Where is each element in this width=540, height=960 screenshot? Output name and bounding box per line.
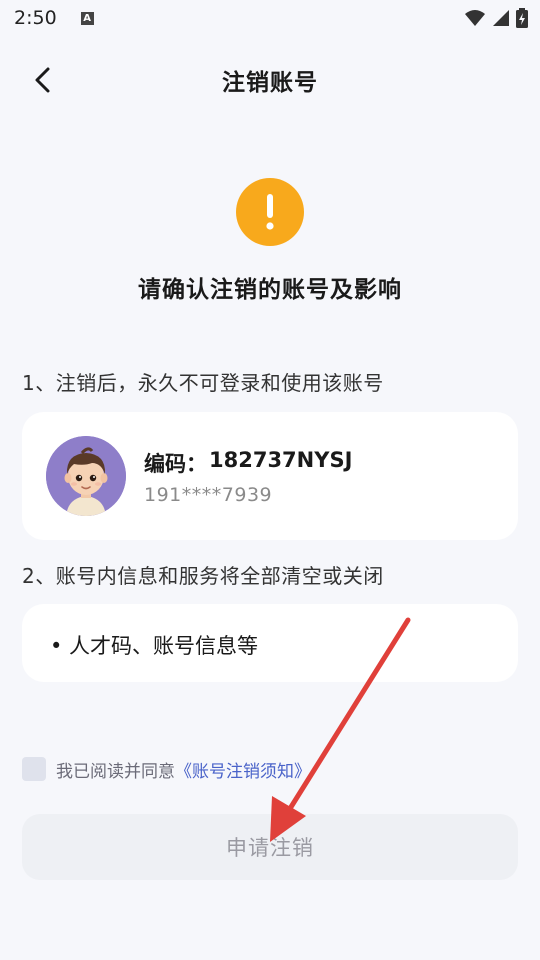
info-list-item: • 人才码、账号信息等 (50, 634, 259, 658)
status-icons (464, 8, 528, 28)
status-bar: 2:50 A (0, 0, 540, 36)
section-1-label: 1、注销后，永久不可登录和使用该账号 (22, 371, 384, 395)
page-title: 注销账号 (222, 70, 318, 96)
status-time: 2:50 (14, 7, 57, 29)
apply-cancel-button[interactable]: 申请注销 (22, 814, 518, 880)
account-phone: 191****7939 (144, 484, 273, 506)
account-code: 编码： 182737NYSJ (144, 448, 352, 478)
agreement-row: 我已阅读并同意 《账号注销须知》 (22, 756, 311, 782)
nav-bar: 注销账号 (0, 52, 540, 108)
agreement-text: 我已阅读并同意 (56, 761, 175, 782)
account-code-label: 编码： (144, 452, 207, 476)
info-card: • 人才码、账号信息等 (22, 604, 518, 682)
account-card: 编码： 182737NYSJ 191****7939 (22, 412, 518, 540)
agreement-link[interactable]: 《账号注销须知》 (175, 757, 311, 782)
confirm-title: 请确认注销的账号及影响 (138, 277, 402, 303)
notification-icon: A (80, 11, 94, 25)
battery-icon (516, 8, 528, 28)
chevron-left-icon (35, 67, 50, 93)
section-2-label: 2、账号内信息和服务将全部清空或关闭 (22, 564, 384, 588)
back-button[interactable] (26, 64, 58, 96)
account-code-value: 182737NYSJ (209, 448, 353, 472)
signal-icon (493, 10, 509, 26)
agreement-checkbox[interactable] (22, 757, 46, 781)
exclamation-circle-icon (236, 178, 304, 246)
wifi-icon (465, 10, 485, 26)
avatar (46, 436, 126, 516)
